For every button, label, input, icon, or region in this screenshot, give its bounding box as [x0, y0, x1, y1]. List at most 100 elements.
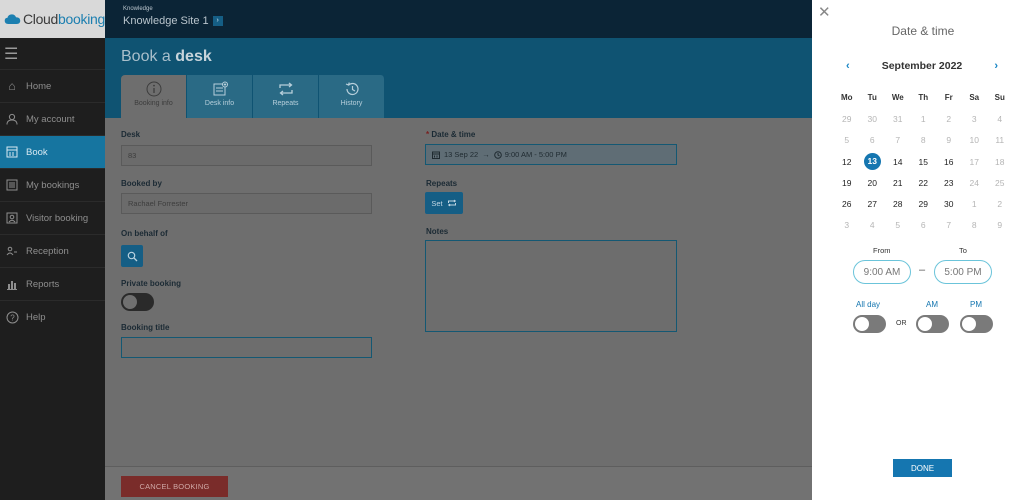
- date-time-panel: ✕ Date & time ‹ September 2022 › Mo Tu W…: [812, 0, 1024, 500]
- site-group-label: Knowledge: [123, 6, 153, 12]
- calendar-day: 30: [867, 113, 877, 124]
- tab-label: Desk info: [204, 100, 235, 107]
- calendar-day: 3: [844, 220, 850, 231]
- done-button[interactable]: DONE: [893, 459, 952, 477]
- tab-desk-info[interactable]: Desk info: [187, 75, 253, 118]
- calendar-week-row: 29 30 31 1 2 3 4: [834, 108, 1013, 129]
- booked-by-label: Booked by: [121, 179, 162, 188]
- history-icon: [344, 81, 360, 100]
- calendar-day: 7: [895, 135, 901, 146]
- calendar-day[interactable]: 28: [885, 199, 911, 209]
- calendar-day: 5: [895, 220, 901, 231]
- calendar-day[interactable]: 16: [936, 157, 962, 167]
- calendar-day[interactable]: 26: [834, 199, 860, 209]
- calendar-day: 9: [997, 220, 1003, 231]
- calendar-icon: [432, 151, 440, 159]
- sidebar-item-label: My bookings: [26, 179, 80, 191]
- calendar-day: 4: [869, 220, 875, 231]
- calendar-day[interactable]: 15: [911, 157, 937, 167]
- site-selector[interactable]: Knowledge Site 1 ›: [123, 15, 812, 27]
- calendar-day[interactable]: 14: [885, 157, 911, 167]
- top-bar: Knowledge Knowledge Site 1 ›: [105, 0, 812, 38]
- visitor-icon: [3, 210, 21, 226]
- notes-label: Notes: [426, 227, 449, 236]
- svg-text:?: ?: [10, 313, 15, 322]
- am-toggle[interactable]: [916, 315, 949, 333]
- calendar-day: 6: [920, 220, 926, 231]
- calendar-day: 11: [995, 135, 1005, 146]
- panel-title: Date & time: [891, 24, 955, 38]
- on-behalf-label: On behalf of: [121, 229, 168, 238]
- calendar-day: 9: [946, 135, 952, 146]
- book-icon: [3, 144, 21, 160]
- tab-history[interactable]: History: [319, 75, 385, 118]
- tab-bar: Booking info Desk info Repeats History: [121, 75, 385, 118]
- hamburger-menu-icon[interactable]: ☰: [0, 38, 105, 69]
- private-booking-toggle[interactable]: [121, 293, 154, 311]
- user-icon: [3, 111, 21, 127]
- sidebar-item-home[interactable]: ⌂ Home: [0, 69, 105, 102]
- date-time-label-text: Date & time: [431, 130, 476, 139]
- sidebar-item-reception[interactable]: Reception: [0, 234, 105, 267]
- weekday-label: We: [891, 93, 904, 103]
- pm-toggle[interactable]: [960, 315, 993, 333]
- calendar-week-row: 19 20 21 22 23 24 25: [834, 172, 1013, 193]
- reports-icon: [3, 276, 21, 292]
- booking-title-input[interactable]: [121, 337, 372, 358]
- sidebar-item-visitor-booking[interactable]: Visitor booking: [0, 201, 105, 234]
- logo-text: Cloudbooking: [23, 11, 105, 27]
- repeats-label: Repeats: [426, 179, 458, 188]
- calendar-day: 2: [946, 113, 952, 124]
- sidebar-item-my-account[interactable]: My account: [0, 102, 105, 135]
- weekday-label: Tu: [867, 93, 877, 103]
- search-user-button[interactable]: [121, 245, 143, 267]
- sidebar-item-help[interactable]: ? Help: [0, 300, 105, 333]
- chevron-right-icon[interactable]: ›: [212, 16, 223, 26]
- tab-booking-info[interactable]: Booking info: [121, 75, 187, 118]
- logo[interactable]: Cloudbooking: [0, 0, 105, 38]
- selected-day-number: 13: [863, 153, 881, 171]
- sidebar-item-label: My account: [26, 113, 75, 125]
- set-repeats-button[interactable]: Set: [425, 192, 463, 214]
- from-label: From: [873, 246, 891, 255]
- date-time-field[interactable]: 13 Sep 22 → 9:00 AM - 5:00 PM: [425, 144, 677, 165]
- calendar-day[interactable]: 19: [834, 178, 860, 188]
- calendar-day-selected[interactable]: 13: [860, 153, 886, 171]
- calendar-day: 29: [842, 113, 852, 124]
- calendar-day[interactable]: 27: [860, 199, 886, 209]
- calendar-day: 1: [971, 199, 977, 210]
- sidebar-item-label: Reception: [26, 245, 69, 257]
- from-time-input[interactable]: 9:00 AM: [853, 260, 911, 284]
- calendar-day[interactable]: 12: [834, 157, 860, 167]
- sidebar-item-label: Reports: [26, 278, 60, 290]
- set-button-label: Set: [431, 198, 443, 208]
- calendar-day[interactable]: 30: [936, 199, 962, 209]
- to-time-input[interactable]: 5:00 PM: [934, 260, 992, 284]
- calendar-day[interactable]: 21: [885, 178, 911, 188]
- sidebar-item-book[interactable]: Book: [0, 135, 105, 168]
- month-label: September 2022: [881, 60, 963, 72]
- sidebar-item-my-bookings[interactable]: My bookings: [0, 168, 105, 201]
- calendar-day[interactable]: 20: [860, 178, 886, 188]
- sidebar-item-reports[interactable]: Reports: [0, 267, 105, 300]
- all-day-toggle[interactable]: [853, 315, 886, 333]
- chevron-left-icon[interactable]: ‹: [846, 60, 850, 72]
- calendar-day: 5: [844, 135, 850, 146]
- calendar-day[interactable]: 29: [911, 199, 937, 209]
- calendar-day: 10: [969, 135, 979, 146]
- sidebar-item-label: Help: [26, 311, 46, 323]
- calendar-day[interactable]: 22: [911, 178, 937, 188]
- tab-repeats[interactable]: Repeats: [253, 75, 319, 118]
- weekday-label: Th: [918, 93, 929, 103]
- arrow-right-icon: →: [482, 150, 490, 159]
- notes-textarea[interactable]: [425, 240, 677, 332]
- booking-title-label: Booking title: [121, 323, 170, 332]
- close-icon[interactable]: ✕: [818, 3, 831, 21]
- calendar-day[interactable]: 23: [936, 178, 962, 188]
- date-time-label: * Date & time: [426, 130, 475, 139]
- site-name: Knowledge Site 1: [123, 15, 209, 27]
- chevron-right-icon[interactable]: ›: [994, 60, 998, 72]
- cancel-booking-button[interactable]: CANCEL BOOKING: [121, 476, 228, 497]
- calendar-day: 25: [995, 177, 1005, 188]
- pm-label: PM: [970, 300, 982, 309]
